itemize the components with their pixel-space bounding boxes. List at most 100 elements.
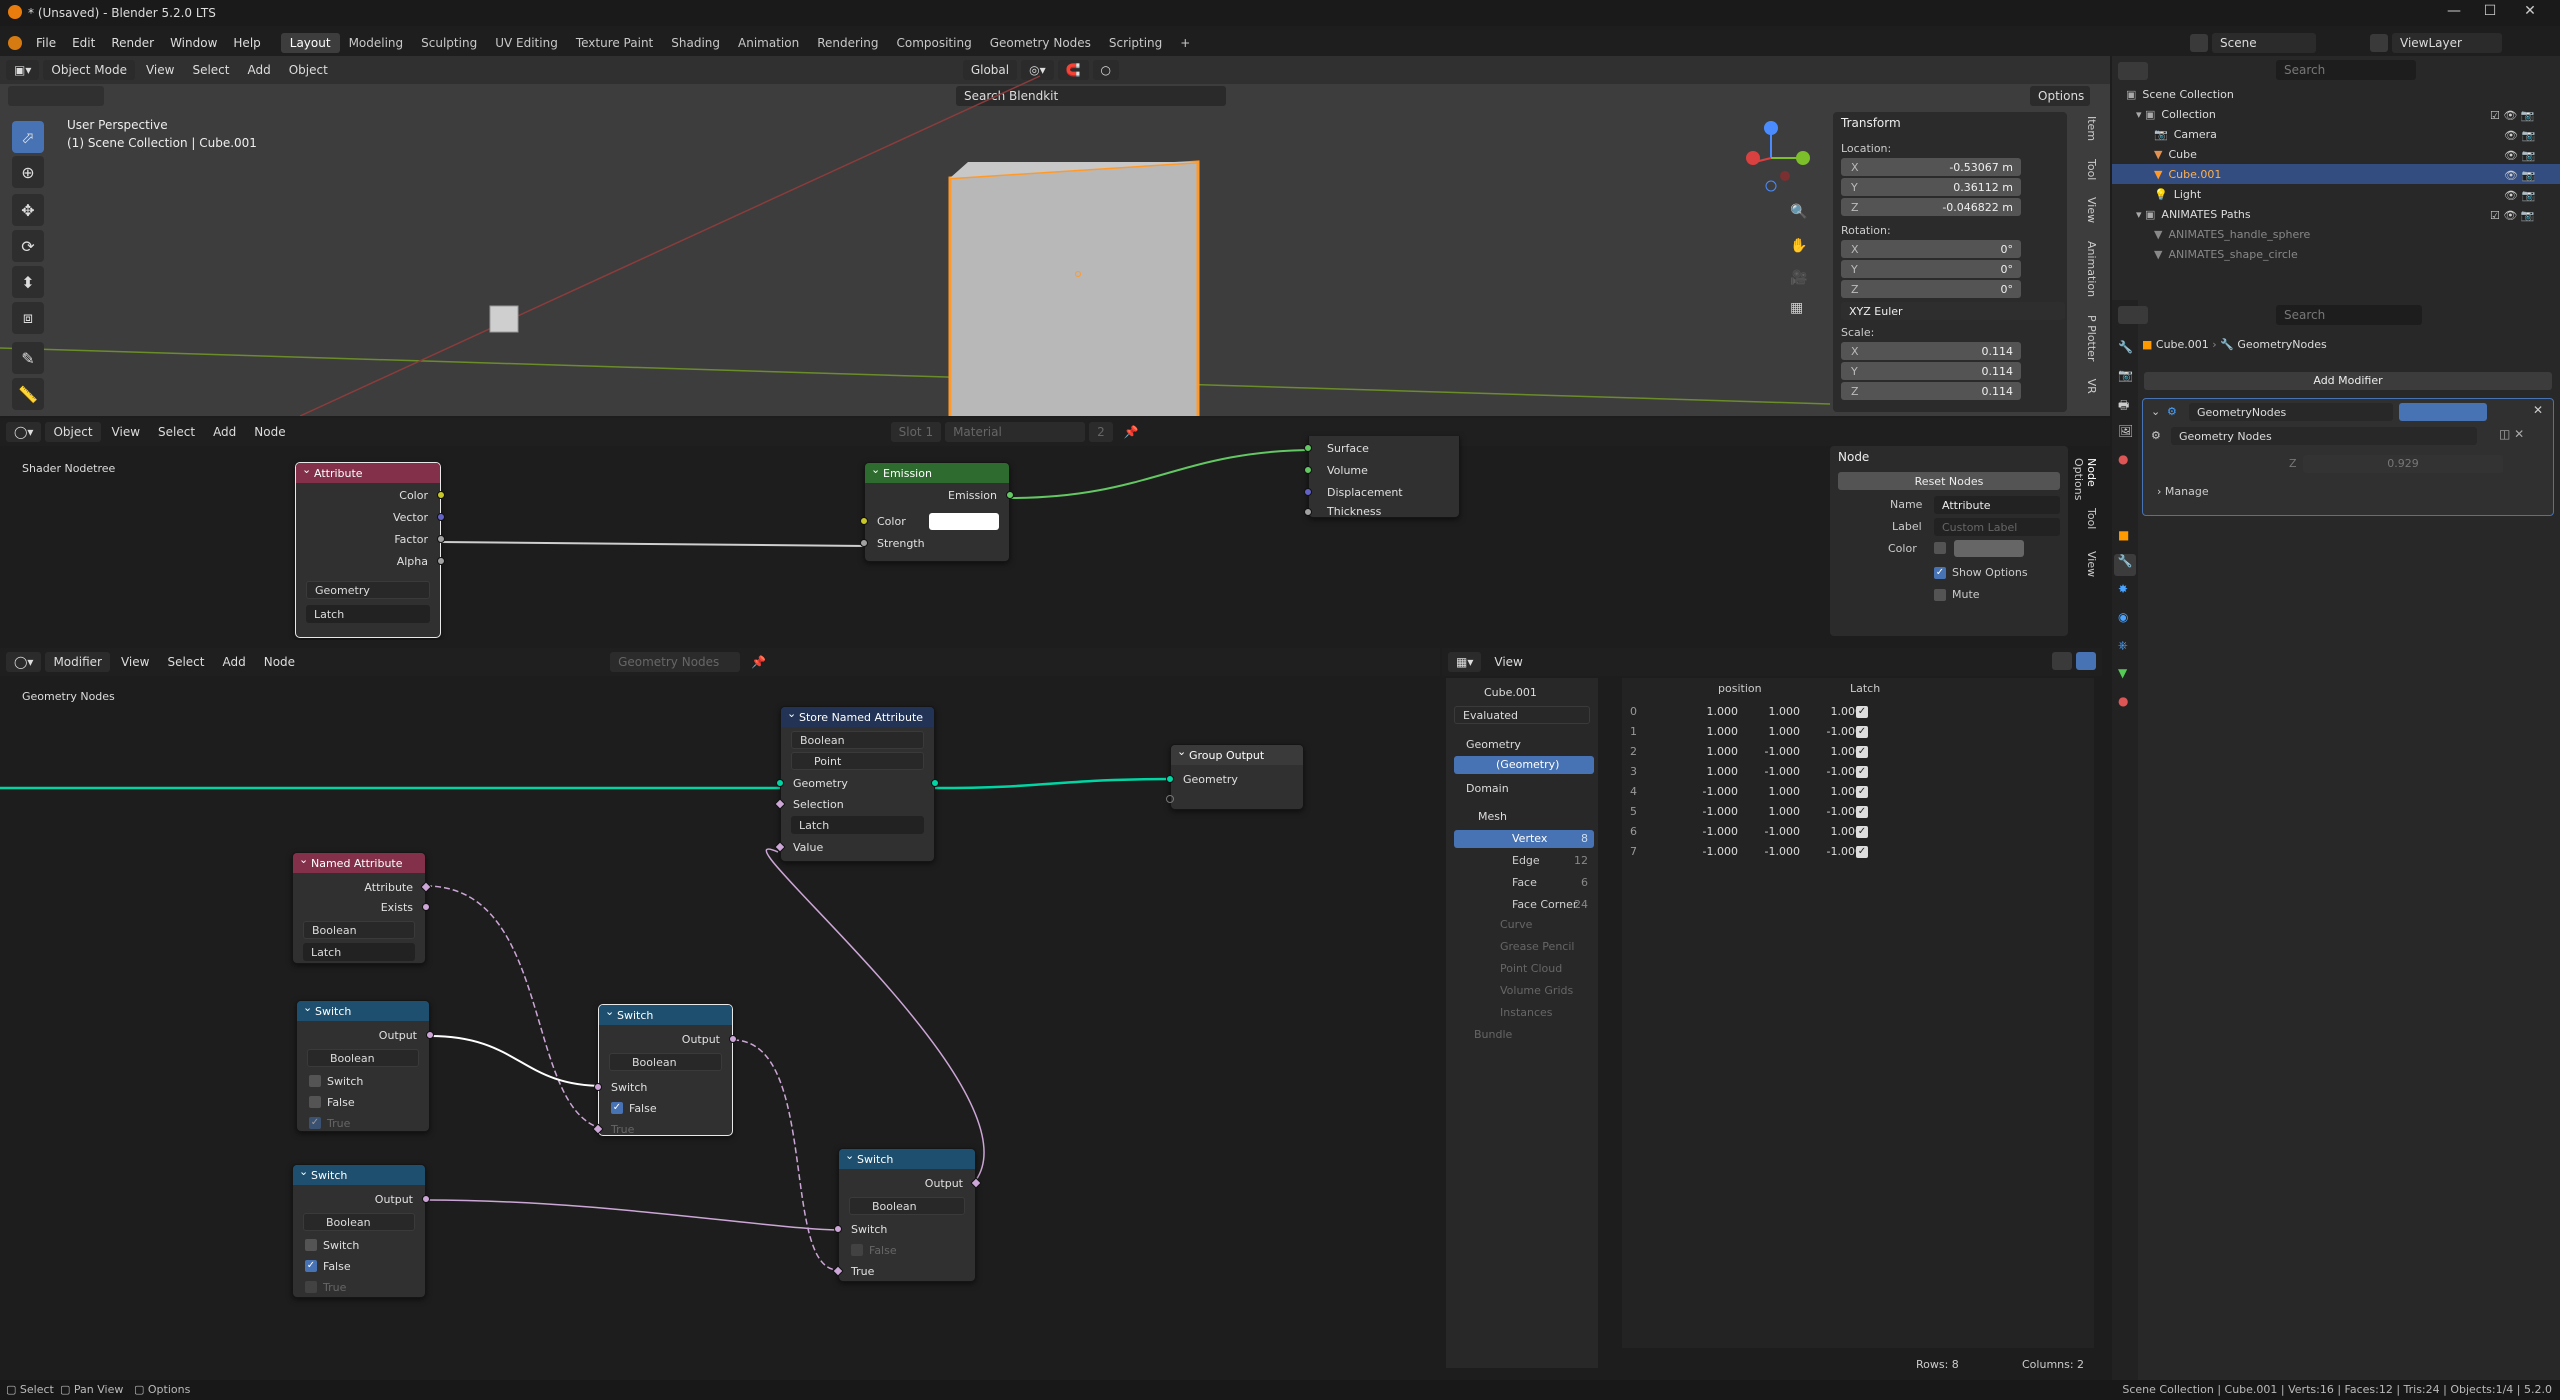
switch3-type-dropdown[interactable]: Boolean — [303, 1213, 415, 1231]
tab-layout[interactable]: Layout — [280, 33, 340, 53]
location-x-field[interactable]: X -0.53067 m — [1841, 158, 2021, 176]
rotation-z-field[interactable]: Z 0° — [1841, 280, 2021, 298]
shader-editor[interactable]: ◯▾ Object View Select Add Node Slot 1 Ma… — [0, 418, 2110, 640]
menu-help[interactable]: Help — [225, 36, 268, 50]
tab-shader-view[interactable]: View — [2085, 551, 2098, 577]
type-grease-pencil[interactable]: Grease Pencil — [1500, 940, 1574, 953]
domain-edge[interactable]: Edge 12 — [1454, 852, 1594, 870]
scene-icon[interactable] — [2190, 34, 2208, 52]
spreadsheet-editor-type-button[interactable]: ▦▾ — [1448, 652, 1482, 672]
location-y-field[interactable]: Y 0.36112 m — [1841, 178, 2021, 196]
scale-y-field[interactable]: Y 0.114 — [1841, 362, 2021, 380]
cursor-tool-icon[interactable]: ⊕ — [12, 156, 44, 188]
modifier-toggle-icons[interactable] — [2399, 403, 2487, 421]
type-point-cloud[interactable]: Point Cloud — [1500, 962, 1562, 975]
tab-shader-tool[interactable]: Tool — [2085, 508, 2098, 529]
tab-compositing[interactable]: Compositing — [887, 33, 980, 53]
switch1-type-dropdown[interactable]: Boolean — [307, 1049, 419, 1067]
close-icon[interactable]: ✕ — [2510, 3, 2550, 23]
view-layer-selector[interactable]: ViewLayer — [2392, 33, 2502, 53]
node-name-field[interactable]: Attribute — [1934, 496, 2060, 514]
reset-nodes-button[interactable]: Reset Nodes — [1838, 472, 2060, 490]
domain-face-corner[interactable]: Face Corner 24 — [1454, 896, 1594, 914]
object-tab-icon[interactable]: ■ — [2118, 528, 2129, 542]
tab-rendering[interactable]: Rendering — [808, 33, 887, 53]
modifier-name-field[interactable]: GeometryNodes — [2189, 403, 2393, 421]
switch3-input-switch[interactable]: Switch — [293, 1235, 425, 1255]
socket-volume[interactable] — [1304, 466, 1312, 474]
z-input-field[interactable]: 0.929 — [2303, 455, 2503, 473]
data-tab-icon[interactable]: ▼ — [2118, 666, 2127, 680]
socket-emission[interactable] — [1006, 491, 1014, 499]
add-modifier-button[interactable]: Add Modifier — [2144, 372, 2552, 390]
spreadsheet-menu-view[interactable]: View — [1487, 652, 1529, 672]
pan-hand-icon[interactable]: ✋ — [1790, 238, 1807, 254]
scene-tab-icon[interactable]: ● — [2118, 452, 2128, 466]
move-tool-icon[interactable]: ✥ — [12, 194, 44, 226]
named-name-field[interactable]: Latch — [303, 943, 415, 961]
evaluation-dropdown[interactable]: Evaluated — [1454, 706, 1590, 724]
zoom-icon[interactable]: 🔍 — [1790, 204, 1807, 220]
add-workspace-icon[interactable]: + — [1171, 33, 1199, 53]
named-type-dropdown[interactable]: Boolean — [303, 921, 415, 939]
switch3-input-true[interactable]: True — [293, 1277, 425, 1297]
spreadsheet-editor[interactable]: ▦▾ View Cube.001 Evaluated Geometry (Geo… — [1442, 648, 2102, 1380]
geometry-nodes-editor[interactable]: ◯▾ Modifier View Select Add Node Geometr… — [0, 648, 1440, 1380]
store-named-attribute-node[interactable]: Store Named Attribute Boolean Point Geom… — [774, 706, 939, 862]
geometry-item[interactable]: (Geometry) — [1454, 756, 1594, 774]
socket-switch1-out[interactable] — [426, 1031, 434, 1039]
menu-edit[interactable]: Edit — [64, 36, 103, 50]
switch2-type-dropdown[interactable]: Boolean — [609, 1053, 722, 1071]
render-tab-icon[interactable]: 📷 — [2118, 368, 2133, 382]
transform-tool-icon[interactable]: ⧈ — [12, 302, 44, 334]
menu-render[interactable]: Render — [103, 36, 162, 50]
socket-strength[interactable] — [860, 539, 868, 547]
store-domain-dropdown[interactable]: Point — [791, 752, 924, 770]
filter-toggle-icon[interactable] — [2076, 652, 2096, 670]
modifier-expand-icon[interactable]: ⌄ — [2151, 405, 2160, 418]
named-attribute-node[interactable]: Named Attribute Attribute Exists Boolean… — [292, 852, 432, 964]
scale-x-field[interactable]: X 0.114 — [1841, 342, 2021, 360]
switch3-input-false[interactable]: ✓ False — [293, 1256, 425, 1276]
emission-node[interactable]: Emission Emission Color Strength — [860, 462, 1014, 562]
switch-node-2[interactable]: Switch Output Boolean Switch ✓False True — [592, 1004, 737, 1136]
socket-store-geometry-in[interactable] — [776, 779, 784, 787]
socket-thickness[interactable] — [1304, 508, 1312, 516]
node-color-swatch[interactable] — [1954, 540, 2024, 557]
menu-file[interactable]: File — [28, 36, 64, 50]
annotate-tool-icon[interactable]: ✎ — [12, 342, 44, 374]
socket-vector[interactable] — [437, 513, 445, 521]
select-box-tool-icon[interactable]: ⬀ — [12, 121, 44, 153]
node-color-checkbox[interactable] — [1934, 542, 1946, 554]
type-bundle[interactable]: Bundle — [1474, 1028, 1512, 1041]
tab-animation-panel[interactable]: Animation — [2085, 241, 2098, 297]
properties-search-input[interactable]: Search — [2276, 305, 2422, 325]
socket-store-geometry-out[interactable] — [931, 779, 939, 787]
tab-shading[interactable]: Shading — [662, 33, 729, 53]
tab-uv-editing[interactable]: UV Editing — [486, 33, 567, 53]
socket-factor[interactable] — [437, 535, 445, 543]
view-layer-tab-icon[interactable]: 🖼 — [2118, 424, 2133, 438]
tab-animation[interactable]: Animation — [729, 33, 808, 53]
switch2-input-false[interactable]: ✓ False — [599, 1098, 732, 1118]
group-output-node[interactable]: Group Output Geometry — [1166, 744, 1304, 810]
attribute-name-field[interactable]: Latch — [306, 605, 430, 623]
modifier-delete-icon[interactable]: ✕ — [2533, 403, 2543, 417]
socket-group-geometry[interactable] — [1166, 775, 1174, 783]
rotation-y-field[interactable]: Y 0° — [1841, 260, 2021, 278]
tab-tool[interactable]: Tool — [2085, 159, 2098, 180]
output-tab-icon[interactable]: 🖶 — [2118, 396, 2129, 417]
node-group-field[interactable]: Geometry Nodes — [2171, 427, 2477, 445]
mesh-item[interactable]: Mesh — [1478, 810, 1507, 823]
tab-scripting[interactable]: Scripting — [1100, 33, 1171, 53]
filter-icon[interactable] — [2052, 652, 2072, 670]
socket-group-empty[interactable] — [1166, 795, 1174, 803]
socket-alpha[interactable] — [437, 557, 445, 565]
tab-node[interactable]: Node — [2085, 458, 2098, 487]
outliner-scene-collection[interactable]: ▣ Scene Collection — [2112, 84, 2560, 104]
socket-surface[interactable] — [1304, 444, 1312, 452]
store-type-dropdown[interactable]: Boolean — [791, 731, 924, 749]
navigation-gizmo[interactable] — [1735, 118, 1815, 198]
scene-selector[interactable]: Scene — [2212, 33, 2316, 53]
socket-named-exists[interactable] — [422, 903, 430, 911]
